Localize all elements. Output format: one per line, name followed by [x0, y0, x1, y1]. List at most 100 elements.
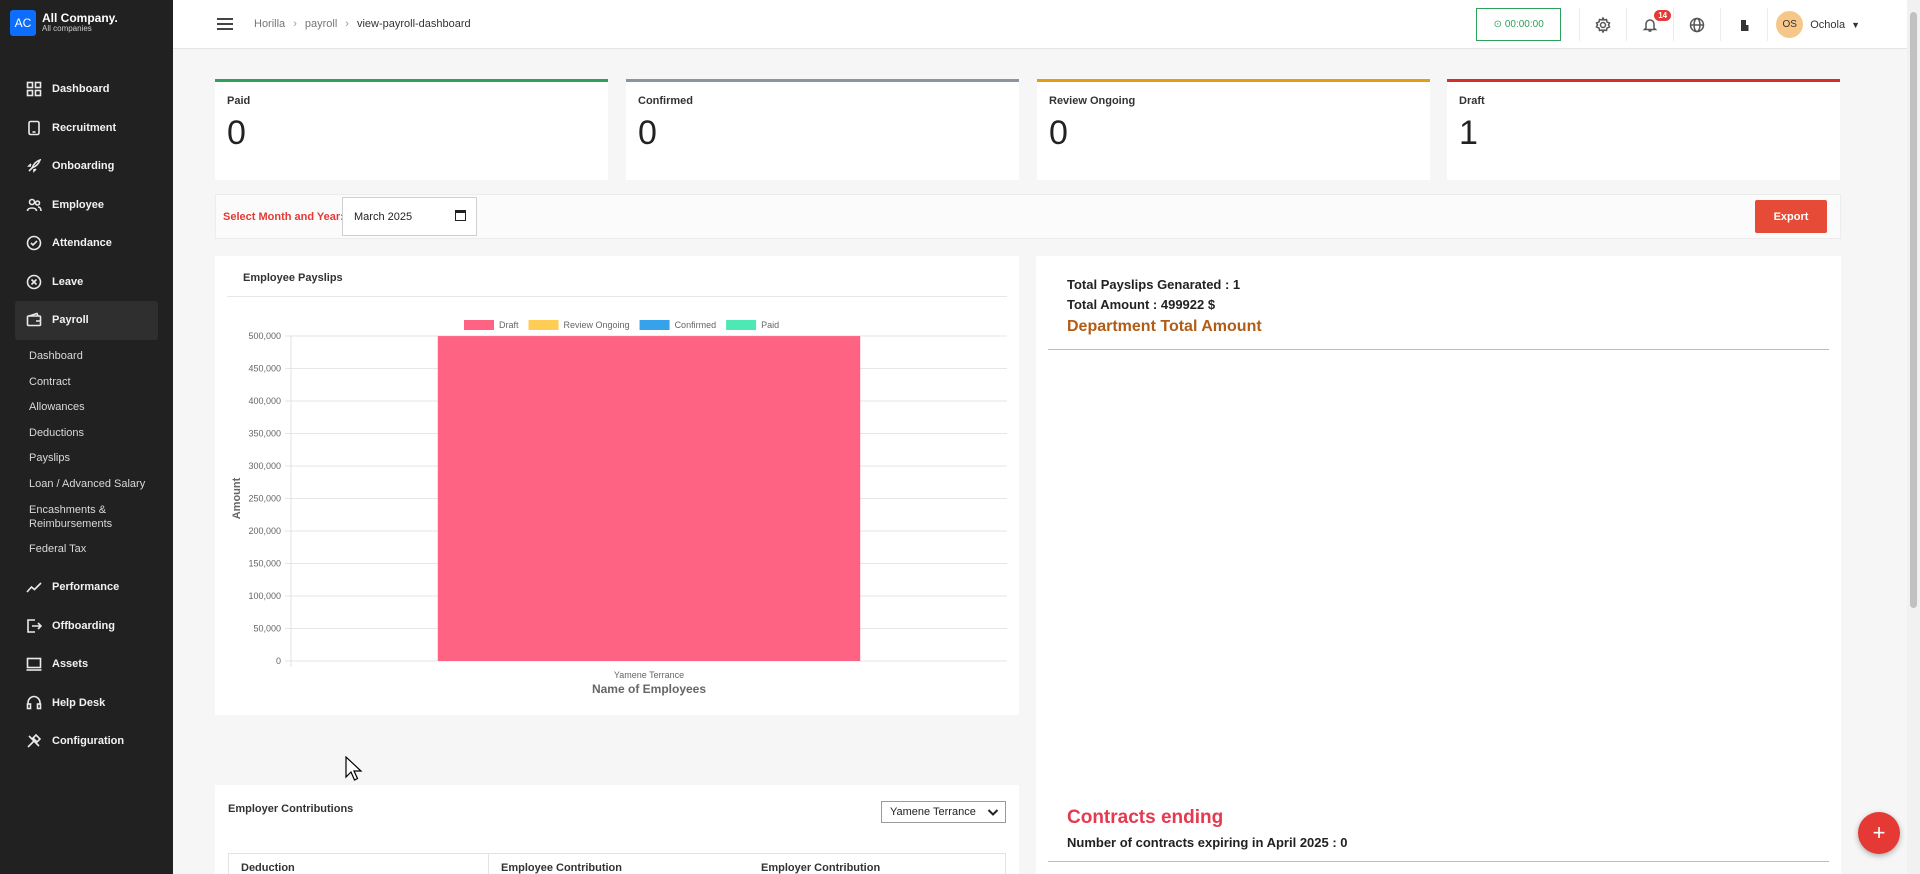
- card-label: Draft: [1459, 95, 1485, 107]
- month-year-input[interactable]: March 2025: [342, 197, 477, 236]
- company-button[interactable]: [1720, 8, 1767, 41]
- card-label: Review Ongoing: [1049, 95, 1136, 107]
- company-subtitle: All companies: [42, 24, 92, 33]
- contributions-table-header: Deduction Employee Contribution Employer…: [228, 853, 1006, 874]
- employee-select[interactable]: Yamene Terrance: [881, 801, 1006, 823]
- month-year-label: Select Month and Year:: [223, 211, 344, 223]
- submenu-item-payslips[interactable]: Payslips: [29, 446, 173, 472]
- submenu-item-loan[interactable]: Loan / Advanced Salary: [29, 471, 173, 497]
- plus-icon: +: [1872, 820, 1886, 845]
- legend-swatch: [726, 320, 757, 330]
- sidebar-item-label: Assets: [52, 658, 89, 671]
- globe-icon: [1689, 17, 1705, 32]
- offboarding-icon: [26, 618, 42, 634]
- card-value: 0: [227, 114, 246, 152]
- breadcrumb-payroll[interactable]: payroll: [305, 18, 337, 30]
- y-tick-label: 400,000: [248, 396, 281, 406]
- employee-icon: [26, 197, 42, 213]
- sidebar: AC All Company. All companies Dashboard …: [0, 0, 173, 874]
- sidebar-item-onboarding[interactable]: Onboarding: [0, 147, 173, 186]
- sidebar-item-label: Recruitment: [52, 121, 117, 134]
- y-tick-label: 50,000: [253, 624, 281, 634]
- y-axis-title: Amount: [231, 477, 243, 519]
- chevron-right-icon: ›: [345, 18, 349, 30]
- chevron-down-icon: [987, 809, 999, 816]
- building-icon: [1741, 19, 1749, 31]
- sidebar-item-label: Attendance: [52, 237, 112, 250]
- bar-draft: [437, 336, 861, 661]
- scrollbar-thumb[interactable]: [1910, 12, 1917, 608]
- configuration-icon: [26, 733, 42, 749]
- legend-swatch: [464, 320, 494, 330]
- y-tick-label: 300,000: [248, 461, 281, 471]
- x-tick-label: Yamene Terrance: [614, 670, 684, 680]
- company-switcher[interactable]: AC All Company. All companies: [0, 0, 173, 45]
- settings-button[interactable]: [1579, 8, 1626, 41]
- sidebar-item-offboarding[interactable]: Offboarding: [0, 607, 173, 646]
- employee-select-value: Yamene Terrance: [890, 806, 976, 818]
- sidebar-item-label: Dashboard: [52, 83, 110, 96]
- export-button[interactable]: Export: [1755, 200, 1827, 233]
- sidebar-item-label: Employee: [52, 198, 104, 211]
- card-value: 0: [1049, 114, 1068, 152]
- contributions-title: Employer Contributions: [228, 803, 354, 815]
- assets-icon: [26, 656, 42, 672]
- add-button[interactable]: +: [1858, 812, 1900, 854]
- leave-icon: [26, 274, 42, 290]
- submenu-item-contract[interactable]: Contract: [29, 369, 173, 395]
- hamburger-menu-icon[interactable]: [217, 15, 233, 33]
- sidebar-item-attendance[interactable]: Attendance: [0, 224, 173, 263]
- sidebar-item-label: Configuration: [52, 735, 125, 748]
- calendar-icon[interactable]: [455, 210, 466, 221]
- filter-bar: Select Month and Year: March 2025 Export: [215, 194, 1841, 239]
- submenu-item-dashboard[interactable]: Dashboard: [29, 344, 173, 370]
- column-header-deduction: Deduction: [229, 854, 489, 874]
- sidebar-item-payroll[interactable]: Payroll: [15, 301, 158, 340]
- sidebar-item-employee[interactable]: Employee: [0, 186, 173, 225]
- sidebar-item-recruitment[interactable]: Recruitment: [0, 109, 173, 148]
- contracts-ending-title: Contracts ending: [1067, 807, 1224, 828]
- sidebar-item-dashboard[interactable]: Dashboard: [0, 70, 173, 109]
- sidebar-item-label: Leave: [52, 275, 84, 288]
- notifications-button[interactable]: 14: [1626, 8, 1673, 41]
- status-card-draft[interactable]: Draft 1: [1447, 79, 1840, 180]
- sidebar-item-helpdesk[interactable]: Help Desk: [0, 684, 173, 723]
- sidebar-item-label: Onboarding: [52, 160, 115, 173]
- status-card-paid[interactable]: Paid 0: [215, 79, 608, 180]
- onboarding-icon: [26, 158, 42, 174]
- legend-label: Review Ongoing: [564, 320, 630, 330]
- submenu-item-federal-tax[interactable]: Federal Tax: [29, 537, 173, 563]
- payslips-bar-chart: 500,000 450,000 400,000 350,000 300,000 250,0…: [231, 320, 1007, 696]
- user-menu[interactable]: OS Ochola ▼: [1767, 8, 1860, 41]
- y-tick-label: 100,000: [248, 591, 281, 601]
- helpdesk-icon: [26, 695, 42, 711]
- card-label: Confirmed: [638, 95, 693, 107]
- dashboard-icon: [26, 81, 42, 97]
- y-tick-label: 250,000: [248, 494, 281, 504]
- status-card-review-ongoing[interactable]: Review Ongoing 0: [1037, 79, 1430, 180]
- user-name: Ochola: [1810, 18, 1846, 31]
- card-value: 1: [1459, 114, 1478, 152]
- y-tick-label: 0: [276, 656, 281, 666]
- sidebar-item-assets[interactable]: Assets: [0, 645, 173, 684]
- payroll-submenu: Dashboard Contract Allowances Deductions…: [0, 340, 173, 569]
- caret-down-icon: ▼: [1851, 19, 1860, 30]
- sidebar-item-leave[interactable]: Leave: [0, 263, 173, 302]
- column-header-employer-contribution: Employer Contribution: [761, 862, 881, 874]
- sidebar-item-performance[interactable]: Performance: [0, 568, 173, 607]
- avatar: OS: [1776, 11, 1804, 38]
- total-amount-text: Total Amount : 499922 $: [1067, 297, 1216, 312]
- breadcrumb-home[interactable]: Horilla: [254, 18, 285, 30]
- language-button[interactable]: [1673, 8, 1720, 41]
- submenu-item-encashments[interactable]: Encashments & Reimbursements: [29, 497, 173, 537]
- column-header-employee-contribution: Employee Contribution: [501, 862, 622, 874]
- sidebar-item-configuration[interactable]: Configuration: [0, 722, 173, 761]
- y-tick-label: 500,000: [248, 331, 281, 341]
- legend-swatch: [528, 320, 559, 330]
- legend-label: Draft: [499, 320, 519, 330]
- status-card-confirmed[interactable]: Confirmed 0: [626, 79, 1019, 180]
- submenu-item-deductions[interactable]: Deductions: [29, 420, 173, 446]
- submenu-item-allowances[interactable]: Allowances: [29, 395, 173, 421]
- vertical-scrollbar[interactable]: [1907, 0, 1920, 874]
- attendance-timer-button[interactable]: ⊙ 00:00:00: [1476, 8, 1562, 41]
